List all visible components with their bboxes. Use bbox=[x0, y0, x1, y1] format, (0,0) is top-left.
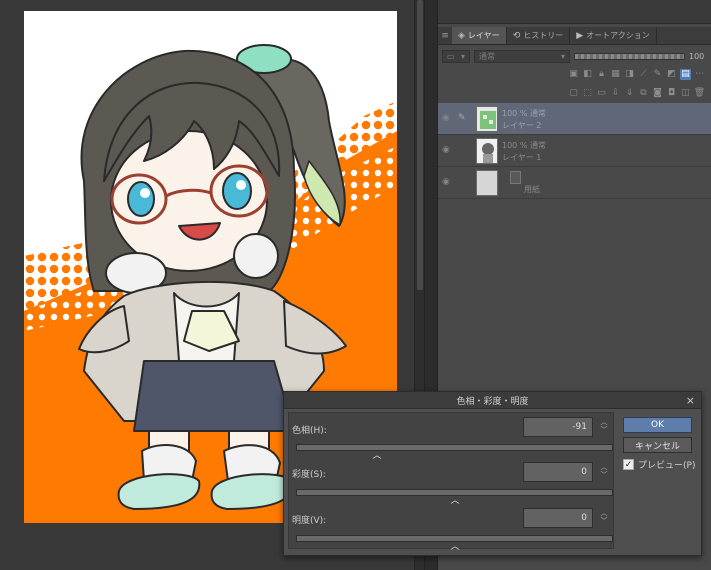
eye-icon[interactable]: ◉ bbox=[442, 177, 454, 189]
history-icon: ⟲ bbox=[512, 30, 521, 41]
mask-apply-icon[interactable]: ◘ bbox=[666, 88, 677, 99]
luminosity-spin-arrows-icon[interactable]: ︿ ﹀ bbox=[599, 509, 609, 527]
scrollbar-thumb[interactable] bbox=[417, 0, 423, 290]
hue-saturation-luminosity-dialog: 色相・彩度・明度 × 色相(H): -91 ︿ ﹀ ︿ 彩度(S): 0 ︿ ﹀ ︿… bbox=[283, 391, 702, 556]
dialog-title: 色相・彩度・明度 bbox=[456, 396, 529, 407]
luminosity-slider-handle[interactable]: ︿ bbox=[451, 543, 460, 552]
layer-list: ◉ ✎ 100 % 通常 レイヤー 2 ◉ 100 % 通常 レイヤー 1 ◉ … bbox=[438, 103, 711, 199]
layer-color-icon[interactable]: ▤ bbox=[680, 68, 691, 80]
layer-toolbar-bottom: ▢ ⬚ ▭ ⇩ ⇓ ⧉ ◙ ◘ ◫ 🗑︎ bbox=[438, 85, 711, 101]
opacity-value: 100 bbox=[689, 51, 705, 61]
draft-icon[interactable]: ✎ bbox=[652, 69, 663, 80]
layer-row-1[interactable]: ◉ 100 % 通常 レイヤー 1 bbox=[438, 135, 711, 167]
new-raster-layer-icon[interactable]: ▢ bbox=[568, 88, 579, 99]
mask-icon[interactable]: ◨ bbox=[624, 69, 635, 80]
panel-menu-icon[interactable]: ≡ bbox=[438, 27, 452, 44]
hue-slider-handle[interactable]: ︿ bbox=[373, 452, 382, 461]
character-thumbnail-icon bbox=[477, 139, 497, 163]
cancel-button[interactable]: キャンセル bbox=[623, 437, 692, 453]
close-icon[interactable]: × bbox=[686, 394, 695, 407]
lock-icon[interactable]: 🔒︎ bbox=[596, 69, 607, 80]
saturation-label: 彩度(S): bbox=[292, 470, 326, 480]
auto-action-icon: ▶ bbox=[576, 30, 584, 41]
reference-icon[interactable]: ◧ bbox=[582, 69, 593, 80]
saturation-spin-arrows-icon[interactable]: ︿ ﹀ bbox=[599, 463, 609, 481]
clip-icon[interactable]: ▣ bbox=[568, 69, 579, 80]
saturation-input[interactable]: 0 bbox=[523, 462, 593, 482]
copy-layer-icon[interactable]: ⧉ bbox=[638, 88, 649, 99]
layer-mode-text: 100 % 通常 bbox=[502, 141, 546, 150]
mask-add-icon[interactable]: ◙ bbox=[652, 88, 663, 99]
layer-name[interactable]: レイヤー 2 bbox=[502, 120, 541, 131]
pen-icon: ✎ bbox=[458, 113, 466, 123]
panel-top-area bbox=[438, 0, 711, 24]
hue-input[interactable]: -91 bbox=[523, 417, 593, 437]
tab-auto-action[interactable]: ▶ オートアクション bbox=[570, 27, 657, 44]
new-folder-icon[interactable]: ▭ bbox=[596, 88, 607, 99]
tab-auto-action-label: オートアクション bbox=[586, 31, 650, 40]
saturation-slider-handle[interactable]: ︿ bbox=[451, 497, 460, 506]
preview-checkbox[interactable]: ✓ プレビュー(P) bbox=[623, 458, 695, 471]
layer-color-dropdown[interactable]: ▭ ▾ bbox=[442, 49, 470, 63]
chevron-down-icon: ▾ bbox=[560, 51, 565, 61]
layer-name[interactable]: 用紙 bbox=[524, 184, 540, 195]
layer-thumbnail bbox=[476, 170, 498, 196]
lock-transparent-icon[interactable]: ▦ bbox=[610, 69, 621, 80]
panel-tabs: ≡ ◈ レイヤー ⟲ ヒストリー ▶ オートアクション bbox=[438, 27, 711, 45]
paper-icon bbox=[510, 171, 521, 184]
layers-icon: ◈ bbox=[458, 30, 465, 41]
merge-down-icon[interactable]: ⇓ bbox=[624, 88, 635, 99]
chevron-down-icon: ▾ bbox=[460, 51, 465, 61]
luminosity-slider[interactable] bbox=[296, 535, 613, 542]
layer-row-paper[interactable]: ◉ 用紙 bbox=[438, 167, 711, 199]
new-vector-layer-icon[interactable]: ⬚ bbox=[582, 88, 593, 99]
saturation-slider[interactable] bbox=[296, 489, 613, 496]
eye-icon[interactable]: ◉ bbox=[442, 113, 454, 125]
ruler-add-icon[interactable]: ◫ bbox=[680, 88, 691, 99]
hue-slider[interactable] bbox=[296, 444, 613, 451]
ruler-icon[interactable]: ⟋ bbox=[638, 69, 649, 80]
eye-icon[interactable]: ◉ bbox=[442, 145, 454, 157]
blend-mode-value: 通常 bbox=[479, 51, 495, 61]
tab-history[interactable]: ⟲ ヒストリー bbox=[507, 27, 571, 44]
tab-layers[interactable]: ◈ レイヤー bbox=[452, 27, 507, 44]
dialog-settings: 色相(H): -91 ︿ ﹀ ︿ 彩度(S): 0 ︿ ﹀ ︿ 明度(V): 0 ︿… bbox=[288, 412, 614, 552]
layer-mode-text: 100 % 通常 bbox=[502, 109, 546, 118]
layer-toolbar-top: ▣ ◧ 🔒︎ ▦ ◨ ⟋ ✎ ◩ ▤ ⋯ bbox=[438, 66, 711, 82]
layer-row-2[interactable]: ◉ ✎ 100 % 通常 レイヤー 2 bbox=[438, 103, 711, 135]
luminosity-input[interactable]: 0 bbox=[523, 508, 593, 528]
tab-history-label: ヒストリー bbox=[523, 31, 564, 40]
opacity-slider[interactable] bbox=[574, 52, 685, 60]
trash-icon[interactable]: 🗑︎ bbox=[694, 88, 705, 99]
layer-thumbnail bbox=[476, 106, 498, 132]
checker-thumbnail-icon bbox=[477, 107, 497, 131]
ok-button[interactable]: OK bbox=[623, 417, 692, 433]
tab-layers-label: レイヤー bbox=[467, 31, 500, 40]
preview-label: プレビュー(P) bbox=[638, 461, 696, 471]
layer-name[interactable]: レイヤー 1 bbox=[502, 152, 541, 163]
luminosity-label: 明度(V): bbox=[292, 516, 327, 526]
blend-row: ▭ ▾ 通常 ▾ 100 bbox=[438, 47, 711, 65]
blend-mode-dropdown[interactable]: 通常 ▾ bbox=[474, 49, 570, 63]
dialog-titlebar[interactable]: 色相・彩度・明度 × bbox=[284, 392, 701, 409]
checkmark-icon[interactable]: ✓ bbox=[623, 459, 634, 470]
layer-color-swatch-icon: ▭ bbox=[447, 51, 455, 61]
palette-color-icon[interactable]: ◩ bbox=[666, 69, 677, 80]
hue-label: 色相(H): bbox=[292, 426, 327, 436]
layer-thumbnail bbox=[476, 138, 498, 164]
transfer-down-icon[interactable]: ⇩ bbox=[610, 88, 621, 99]
more-icon[interactable]: ⋯ bbox=[694, 69, 705, 80]
hue-spin-arrows-icon[interactable]: ︿ ﹀ bbox=[599, 418, 609, 436]
